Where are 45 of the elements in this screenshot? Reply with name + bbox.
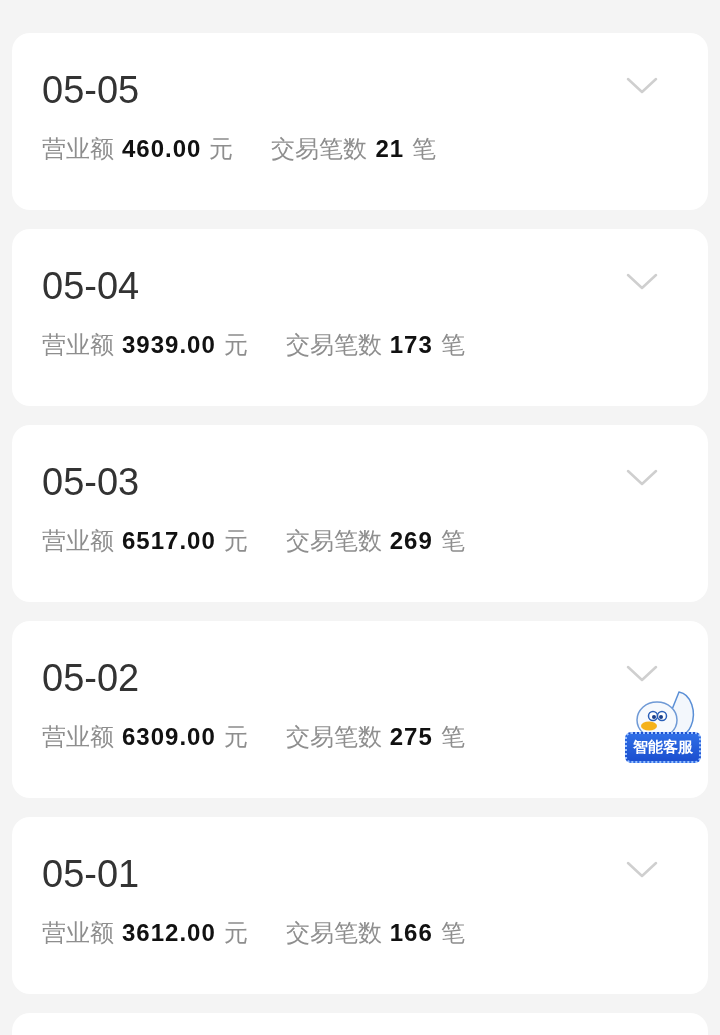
count-value: 275 <box>389 723 433 751</box>
count-value: 21 <box>375 135 405 163</box>
date-title: 05-02 <box>42 656 140 701</box>
chevron-down-icon[interactable] <box>626 77 658 95</box>
count-unit: 笔 <box>440 722 465 753</box>
revenue-unit: 元 <box>223 526 248 557</box>
revenue-value: 6309.00 <box>122 723 216 751</box>
day-card[interactable]: 05-05 营业额 460.00 元 交易笔数 21 笔 <box>12 33 708 210</box>
revenue-value: 6517.00 <box>122 527 216 555</box>
chevron-down-icon[interactable] <box>626 273 658 291</box>
day-card[interactable]: 05-01 营业额 3612.00 元 交易笔数 166 笔 <box>12 817 708 994</box>
day-card[interactable]: 05-04 营业额 3939.00 元 交易笔数 173 笔 <box>12 229 708 406</box>
day-card[interactable]: 05-03 营业额 6517.00 元 交易笔数 269 笔 <box>12 425 708 602</box>
count-label: 交易笔数 <box>285 330 382 361</box>
revenue-label: 营业额 <box>42 134 114 165</box>
revenue-unit: 元 <box>209 134 234 165</box>
revenue-unit: 元 <box>223 722 248 753</box>
date-title: 05-01 <box>42 852 140 897</box>
count-label: 交易笔数 <box>285 918 382 949</box>
chevron-down-icon[interactable] <box>626 665 658 683</box>
revenue-value: 3612.00 <box>122 919 216 947</box>
count-unit: 笔 <box>412 134 437 165</box>
count-label: 交易笔数 <box>285 526 382 557</box>
date-title: 05-05 <box>42 68 140 113</box>
count-label: 交易笔数 <box>271 134 368 165</box>
count-unit: 笔 <box>440 330 465 361</box>
date-title: 05-04 <box>42 264 140 309</box>
revenue-label: 营业额 <box>42 330 114 361</box>
customer-service-badge[interactable]: 智能客服 <box>625 732 701 763</box>
chevron-down-icon[interactable] <box>626 469 658 487</box>
chevron-down-icon[interactable] <box>626 861 658 879</box>
revenue-label: 营业额 <box>42 722 114 753</box>
count-value: 269 <box>389 527 433 555</box>
revenue-label: 营业额 <box>42 918 114 949</box>
revenue-value: 460.00 <box>122 135 202 163</box>
revenue-value: 3939.00 <box>122 331 216 359</box>
revenue-label: 营业额 <box>42 526 114 557</box>
date-title: 05-03 <box>42 460 140 505</box>
count-value: 166 <box>389 919 433 947</box>
count-value: 173 <box>389 331 433 359</box>
count-unit: 笔 <box>440 918 465 949</box>
revenue-unit: 元 <box>223 330 248 361</box>
revenue-unit: 元 <box>223 918 248 949</box>
count-label: 交易笔数 <box>285 722 382 753</box>
count-unit: 笔 <box>440 526 465 557</box>
